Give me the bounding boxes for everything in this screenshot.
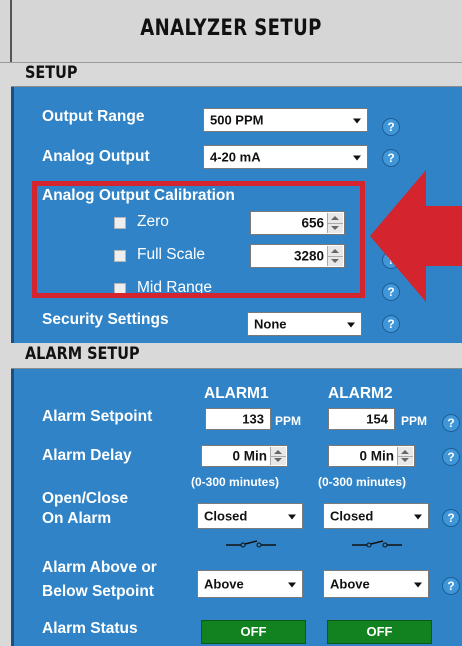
alarm1-above-below-value: Above xyxy=(204,576,244,592)
spinner-icon[interactable] xyxy=(270,447,286,465)
analog-output-label: Analog Output xyxy=(42,148,150,165)
arrow-left-icon xyxy=(370,170,462,302)
above-below-label-line1: Alarm Above or xyxy=(42,559,157,576)
spinner-icon[interactable] xyxy=(397,447,413,465)
alarm2-unit: PPM xyxy=(401,414,428,428)
alarm2-open-close-value: Closed xyxy=(330,508,374,524)
chevron-down-icon xyxy=(288,582,296,588)
analog-output-value: 4-20 mA xyxy=(210,149,261,165)
above-below-label-line2: Below Setpoint xyxy=(42,583,154,600)
chevron-down-icon xyxy=(288,514,296,520)
setup-header: SETUP xyxy=(11,63,462,87)
alarm2-status-badge: OFF xyxy=(327,620,432,644)
alarm1-heading: ALARM1 xyxy=(204,385,269,402)
alarm-header: ALARM SETUP xyxy=(11,344,462,369)
alarm1-setpoint-value: 133 xyxy=(242,411,264,427)
header-divider xyxy=(10,0,12,62)
alarm1-delay-hint: (0-300 minutes) xyxy=(191,475,280,489)
alarm2-delay-value: 0 Min xyxy=(359,448,394,464)
alarm1-status-badge: OFF xyxy=(201,620,306,644)
help-icon[interactable]: ? xyxy=(442,414,460,432)
help-icon[interactable]: ? xyxy=(442,509,460,527)
alarm1-delay-value: 0 Min xyxy=(232,448,267,464)
security-select[interactable]: None xyxy=(247,312,362,336)
alarm-heading: ALARM SETUP xyxy=(25,344,140,364)
alarm2-open-close-select[interactable]: Closed xyxy=(323,503,429,529)
alarm1-open-close-select[interactable]: Closed xyxy=(197,503,303,529)
alarm-status-label: Alarm Status xyxy=(42,620,138,637)
switch-symbol-icon xyxy=(226,540,276,548)
alarm2-heading: ALARM2 xyxy=(328,385,393,402)
alarm2-delay-hint: (0-300 minutes) xyxy=(318,475,407,489)
chevron-down-icon xyxy=(353,118,361,124)
setup-heading: SETUP xyxy=(25,63,78,83)
chevron-down-icon xyxy=(353,155,361,161)
chevron-down-icon xyxy=(347,322,355,328)
calibration-callout-box xyxy=(32,181,365,298)
security-value: None xyxy=(254,316,287,332)
alarm-delay-label: Alarm Delay xyxy=(42,447,132,464)
help-icon[interactable]: ? xyxy=(442,577,460,595)
alarm2-delay-input[interactable]: 0 Min xyxy=(328,445,415,467)
alarm-setpoint-label: Alarm Setpoint xyxy=(42,408,153,425)
help-icon[interactable]: ? xyxy=(442,448,460,466)
switch-symbol-icon xyxy=(352,540,402,548)
output-range-select[interactable]: 500 PPM xyxy=(203,108,368,132)
alarm1-delay-input[interactable]: 0 Min xyxy=(201,445,288,467)
page-title: ANALYZER SETUP xyxy=(140,16,322,41)
open-close-label-line2: On Alarm xyxy=(42,510,112,527)
help-icon[interactable]: ? xyxy=(382,149,400,167)
output-range-value: 500 PPM xyxy=(210,112,264,128)
alarm1-unit: PPM xyxy=(275,414,302,428)
output-range-label: Output Range xyxy=(42,108,145,125)
security-label: Security Settings xyxy=(42,311,169,328)
chevron-down-icon xyxy=(414,514,422,520)
chevron-down-icon xyxy=(414,582,422,588)
help-icon[interactable]: ? xyxy=(382,315,400,333)
alarm2-setpoint-value: 154 xyxy=(366,411,388,427)
open-close-label-line1: Open/Close xyxy=(42,490,129,507)
alarm2-above-below-value: Above xyxy=(330,576,370,592)
alarm1-above-below-select[interactable]: Above xyxy=(197,570,303,598)
analog-output-select[interactable]: 4-20 mA xyxy=(203,145,368,169)
alarm2-above-below-select[interactable]: Above xyxy=(323,570,429,598)
help-icon[interactable]: ? xyxy=(382,118,400,136)
alarm1-open-close-value: Closed xyxy=(204,508,248,524)
alarm1-setpoint-input[interactable]: 133 xyxy=(205,408,271,430)
alarm2-setpoint-input[interactable]: 154 xyxy=(328,408,395,430)
